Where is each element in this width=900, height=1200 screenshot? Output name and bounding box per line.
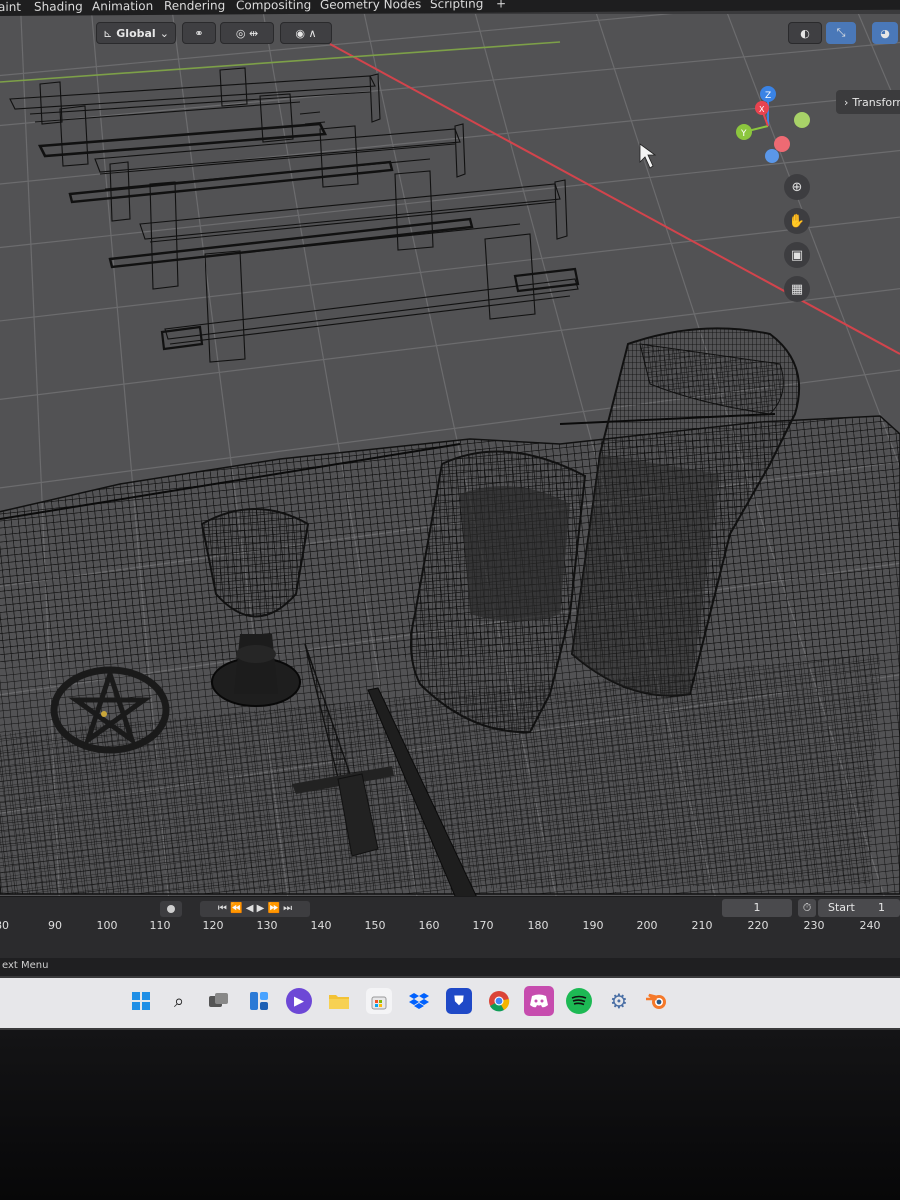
snap-magnet-icon: ◎ ⇹ [235,26,259,40]
zoom-icon[interactable]: ⊕ [784,174,810,200]
preview-range-clock-icon[interactable]: ⏱ [798,899,816,917]
transform-orientation-dropdown[interactable]: ⊾ Global ⌄ [96,22,176,44]
bench-wireframes [9,67,580,363]
overlay-icon[interactable]: ◐ [788,22,822,44]
windows-taskbar: ⌕ ▶ ⛊ ⚙ [0,978,900,1028]
vpn-shield-icon[interactable]: ⛊ [446,988,472,1014]
zoom-app-icon[interactable]: ▶ [286,988,312,1014]
start-frame-field[interactable]: Start 1 [818,899,900,917]
record-button[interactable] [160,901,182,917]
pan-hand-icon[interactable]: ✋ [784,208,810,234]
jump-start-icon[interactable]: ⏮ [218,903,227,914]
frame-tick: 130 [256,919,278,932]
frame-tick: 210 [691,919,713,932]
add-workspace-button[interactable]: + [496,0,506,11]
frame-tick: 90 [48,919,62,932]
dropbox-icon[interactable] [406,988,432,1014]
start-frame-value: 1 [878,901,885,914]
search-icon[interactable]: ⌕ [166,988,192,1014]
current-frame-field[interactable]: 1 [722,899,792,917]
tab-compositing[interactable]: Compositing [236,0,311,12]
sidebar-tab-transform[interactable]: › Transform [836,90,900,114]
frame-tick: 150 [364,919,386,932]
windows-start-icon[interactable] [128,988,154,1014]
prev-keyframe-icon[interactable]: ⏪ [230,903,242,914]
store-icon[interactable] [366,988,392,1014]
frame-tick: 230 [803,919,825,932]
frame-tick: 170 [472,919,494,932]
frame-tick: 160 [418,919,440,932]
timeline-editor[interactable]: ⏮ ⏪ ◀ ▶ ⏩ ⏭ 1 ⏱ Start 1 80 90 100 110 12… [0,896,900,959]
orientation-label: Global [116,26,156,40]
camera-icon[interactable]: ▣ [784,242,810,268]
tab-shading[interactable]: Shading [34,0,83,14]
play-icon[interactable]: ▶ [257,903,265,914]
snapping-toggle[interactable]: ◎ ⇹ [220,22,274,44]
frame-tick: 190 [582,919,604,932]
monitor-screen: Z Y X ⊕ ✋ ▣ ▦ › Transform aint Shading A… [0,0,900,1030]
spotify-icon[interactable] [566,988,592,1014]
discord-icon[interactable] [524,986,554,1016]
tab-paint[interactable]: aint [0,0,21,14]
frame-tick: 220 [747,919,769,932]
frame-tick: 110 [149,919,171,932]
frame-tick: 100 [96,919,118,932]
tab-rendering[interactable]: Rendering [164,0,225,13]
sidebar-tab-label: Transform [852,95,900,109]
chrome-icon[interactable] [486,988,512,1014]
chevron-down-icon: ⌄ [159,26,169,40]
viewport-shading-icon[interactable]: ◕ [872,22,898,44]
widgets-icon[interactable] [246,988,272,1014]
next-keyframe-icon[interactable]: ⏩ [267,903,279,914]
jump-end-icon[interactable]: ⏭ [283,903,292,914]
status-bar: ext Menu [0,958,900,976]
viewport-header: ⊾ Global ⌄ ⚭ ◎ ⇹ ◉ ∧ ◐ ⤡ ◕ [0,18,900,50]
tab-geometry-nodes[interactable]: Geometry Nodes [320,0,421,12]
play-reverse-icon[interactable]: ◀ [246,903,254,914]
frame-tick: 180 [527,919,549,932]
tab-animation[interactable]: Animation [92,0,153,13]
frame-tick: 140 [310,919,332,932]
record-icon [167,905,175,913]
settings-gear-icon[interactable]: ⚙ [606,988,632,1014]
3d-viewport[interactable]: Z Y X ⊕ ✋ ▣ ▦ › Transform [0,14,900,904]
task-view-icon[interactable] [206,988,232,1014]
proportional-editing-toggle[interactable]: ◉ ∧ [280,22,332,44]
pivot-point-dropdown[interactable]: ⚭ [182,22,216,44]
perspective-grid-icon[interactable]: ▦ [784,276,810,302]
navigation-gizmo[interactable]: Z Y X [728,86,818,166]
frame-tick: 240 [859,919,881,932]
frame-tick: 200 [636,919,658,932]
frame-tick: 120 [202,919,224,932]
orientation-icon: ⊾ [103,26,113,40]
gizmo-x-label: X [759,105,765,114]
gizmo-icon[interactable]: ⤡ [826,22,856,44]
link-icon: ⚭ [194,26,204,40]
file-explorer-icon[interactable] [326,988,352,1014]
chevron-right-icon: › [844,95,849,109]
gizmo-z-label: Z [765,91,771,101]
tab-scripting[interactable]: Scripting [430,0,483,11]
monitor-bezel [0,1030,900,1200]
blender-icon[interactable] [644,988,670,1014]
playback-controls[interactable]: ⏮ ⏪ ◀ ▶ ⏩ ⏭ [200,901,310,917]
status-text: ext Menu [2,960,49,971]
frame-tick: 80 [0,919,9,932]
start-frame-label: Start [828,901,855,914]
mouse-cursor [639,143,657,169]
gizmo-y-label: Y [740,129,747,139]
proportional-falloff-icon: ◉ ∧ [295,26,317,40]
